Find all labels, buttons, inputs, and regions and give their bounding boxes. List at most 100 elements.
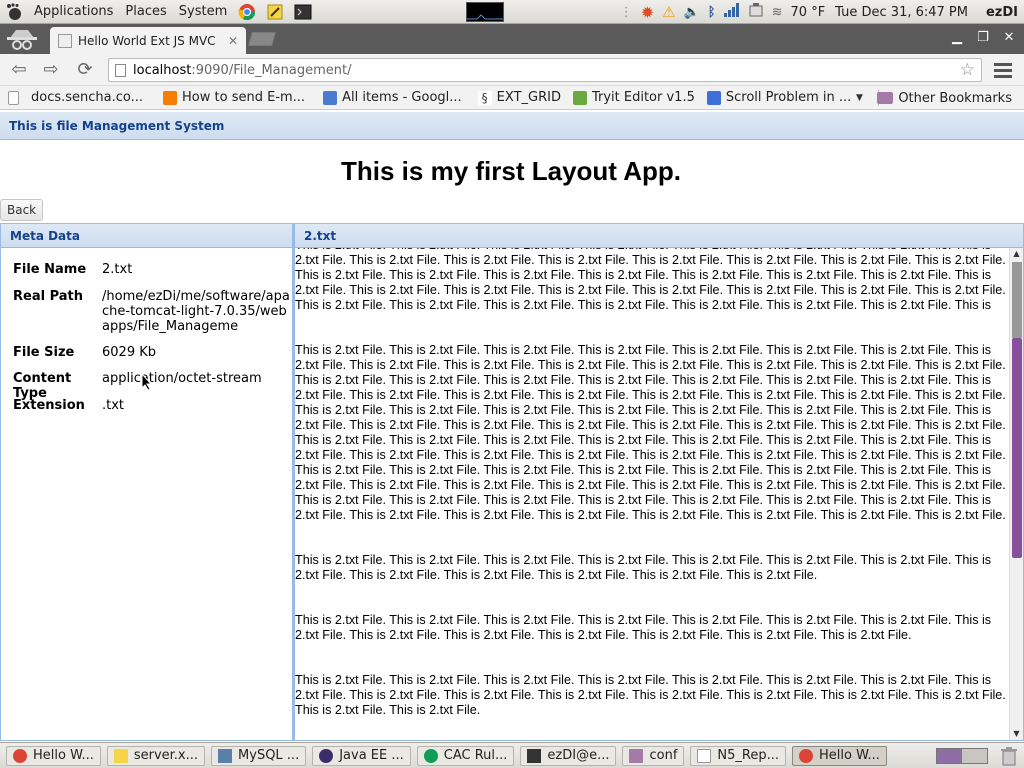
file-content-panel: 2.txt This is 2.txt File. This is 2.txt … — [293, 223, 1024, 741]
meta-value-real-path: /home/ezDi/me/software/apache-tomcat-lig… — [102, 289, 290, 334]
bookmark-item[interactable]: Tryit Editor v1.5 — [567, 90, 701, 105]
task-label: Java EE ... — [339, 748, 404, 763]
file-content-header: 2.txt — [295, 224, 1023, 248]
task-label: Hello W... — [33, 748, 94, 763]
address-bar[interactable]: localhost:9090/File_Management/ ☆ — [108, 58, 982, 82]
battery-icon[interactable] — [748, 2, 764, 22]
bookmarks-overflow-chevron-icon[interactable]: ▼ — [856, 93, 863, 103]
trash-icon[interactable] — [1000, 746, 1018, 766]
mouse-cursor-icon — [141, 372, 153, 395]
back-button[interactable]: Back — [0, 199, 44, 221]
bookmark-item[interactable]: Scroll Problem in ... — [701, 90, 857, 105]
network-signal-icon[interactable] — [723, 3, 740, 21]
bookmark-item[interactable]: § EXT_GRID — [472, 90, 567, 105]
task-terminal[interactable]: ezDI@e... — [520, 745, 617, 766]
bookmark-label: Tryit Editor v1.5 — [591, 90, 695, 105]
task-chrome-1[interactable]: Hello W... — [6, 745, 101, 766]
back-arrow-icon[interactable]: ⇦ — [6, 58, 32, 82]
workspace-2[interactable] — [962, 749, 987, 763]
terminal-launcher-icon[interactable] — [293, 2, 313, 22]
scroll-down-arrow-icon[interactable]: ▼ — [1010, 728, 1023, 740]
meta-label: Extension — [13, 398, 85, 413]
bookmark-item[interactable]: All items - Googl... — [317, 90, 468, 105]
scrollbar-track[interactable] — [1012, 262, 1022, 338]
weather-temperature[interactable]: 70 °F — [791, 5, 826, 20]
new-tab-button[interactable] — [248, 32, 276, 46]
minimize-icon[interactable]: ▁ — [946, 28, 968, 48]
system-tray: ⋮ ✹ ⚠ 🔈 ᛒ ≋ 70 °F Tue Dec 31, 6:47 PM ez… — [616, 0, 1024, 24]
page-icon — [8, 90, 19, 105]
close-window-icon[interactable]: ✕ — [998, 28, 1020, 48]
url-host: localhost — [133, 62, 192, 78]
chrome-menu-icon[interactable] — [994, 60, 1012, 80]
tab-title: Hello World Ext JS MVC — [78, 33, 216, 48]
task-label: N5_Rep... — [717, 748, 779, 763]
workspace-1[interactable] — [937, 749, 962, 763]
bookmark-label: Scroll Problem in ... — [725, 90, 852, 105]
weather-icon: ≋ — [771, 4, 783, 20]
volume-icon[interactable]: 🔈 — [684, 5, 700, 20]
task-label: server.x... — [133, 748, 199, 763]
bookmarks-bar: docs.sencha.co... How to send E-m... All… — [0, 86, 1024, 110]
scrollbar-thumb[interactable] — [1012, 338, 1022, 558]
file-content-body[interactable]: This is 2.txt File. This is 2.txt File. … — [295, 248, 1009, 740]
bookmark-item[interactable]: How to send E-m... — [157, 90, 311, 105]
meta-label: File Size — [13, 345, 75, 360]
page-icon — [115, 63, 126, 77]
url-path: :9090/File_Management/ — [191, 62, 352, 78]
task-mysql[interactable]: MySQL ... — [211, 745, 307, 766]
chrome-launcher-icon[interactable] — [237, 2, 257, 22]
text-editor-launcher-icon[interactable] — [265, 2, 285, 22]
browser-tab[interactable]: Hello World Ext JS MVC ✕ — [50, 27, 246, 54]
terminal-icon — [527, 748, 542, 763]
reload-icon[interactable]: ⟳ — [72, 58, 98, 82]
tray-handle-icon: ⋮ — [619, 4, 633, 20]
clock[interactable]: Tue Dec 31, 6:47 PM — [835, 5, 968, 20]
bookmark-item[interactable]: docs.sencha.co... — [0, 90, 149, 105]
bottom-taskbar: Hello W... server.x... MySQL ... Java EE… — [0, 742, 1024, 768]
mysql-icon — [218, 748, 233, 763]
w3schools-icon — [572, 90, 587, 105]
bookmark-label: How to send E-m... — [182, 90, 306, 105]
page-title: This is my first Layout App. — [341, 156, 681, 186]
task-label: Hello W... — [819, 748, 880, 763]
places-menu[interactable]: Places — [119, 4, 172, 19]
tab-close-icon[interactable]: ✕ — [228, 34, 238, 48]
bookmark-star-icon[interactable]: ☆ — [960, 60, 975, 80]
other-bookmarks-folder[interactable]: Other Bookmarks — [871, 86, 1018, 110]
meta-label: File Name — [13, 262, 87, 277]
content-paragraph: This is 2.txt File. This is 2.txt File. … — [295, 613, 992, 642]
task-folder[interactable]: conf — [622, 745, 685, 766]
task-editor[interactable]: server.x... — [106, 745, 206, 766]
chrome-icon — [799, 748, 813, 763]
content-paragraph: This is 2.txt File. This is 2.txt File. … — [295, 343, 1006, 522]
applications-menu[interactable]: Applications — [28, 4, 119, 19]
chrome-icon — [13, 748, 27, 763]
task-java-ee[interactable]: Java EE ... — [312, 745, 411, 766]
meta-label: Content Type — [13, 371, 72, 401]
browser-titlebar: Hello World Ext JS MVC ✕ ▁ ❐ ✕ — [0, 24, 1024, 54]
gnome-foot-icon[interactable] — [4, 2, 24, 22]
update-notifier-icon[interactable]: ✹ — [641, 3, 654, 22]
workspace-switcher[interactable] — [936, 748, 988, 764]
bluetooth-icon[interactable]: ᛒ — [708, 5, 716, 20]
user-menu[interactable]: ezDI — [986, 5, 1018, 20]
scroll-up-arrow-icon[interactable]: ▲ — [1010, 248, 1023, 260]
task-chrome-active[interactable]: Hello W... — [792, 745, 887, 766]
task-chrome-2[interactable]: CAC Rul... — [416, 745, 515, 766]
north-panel-header: This is file Management System — [0, 112, 1024, 140]
system-menu[interactable]: System — [173, 4, 233, 19]
task-label: CAC Rul... — [443, 748, 508, 763]
content-paragraph: This is 2.txt File. This is 2.txt File. … — [295, 673, 1006, 717]
meta-value-content-type: application/octet-stream — [102, 371, 262, 386]
task-label: conf — [649, 748, 678, 763]
google-docs-icon — [706, 90, 721, 105]
restore-icon[interactable]: ❐ — [972, 28, 994, 48]
warning-icon[interactable]: ⚠ — [662, 3, 675, 21]
vertical-scrollbar[interactable]: ▲ ▼ — [1009, 248, 1023, 740]
task-document[interactable]: N5_Rep... — [690, 745, 786, 766]
eclipse-icon — [319, 748, 334, 763]
forward-arrow-icon[interactable]: ⇨ — [38, 58, 64, 82]
chrome-icon — [423, 748, 438, 763]
bookmark-label: EXT_GRID — [496, 90, 561, 105]
